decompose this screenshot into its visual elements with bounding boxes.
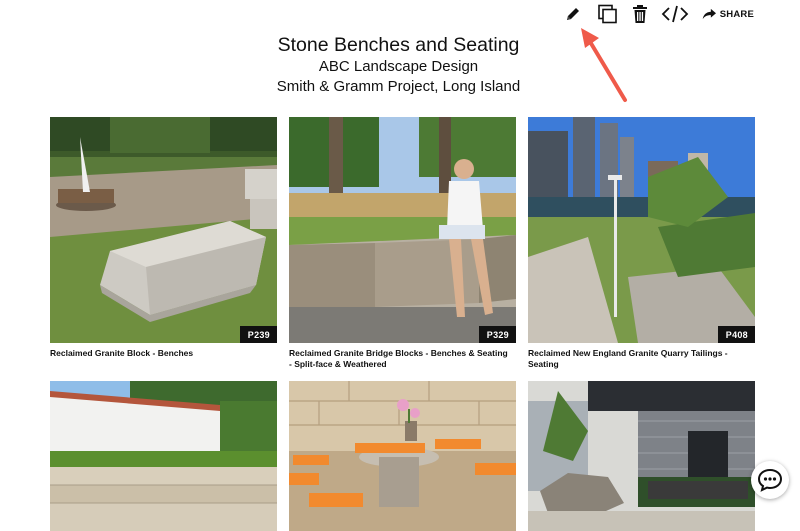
stone-steps-wall-image xyxy=(50,381,277,531)
product-code: P239 xyxy=(239,326,277,343)
product-code: P408 xyxy=(717,326,755,343)
company-name: ABC Landscape Design xyxy=(318,58,479,75)
product-card[interactable] xyxy=(50,381,277,531)
product-caption[interactable]: Reclaimed Granite Block - Benches xyxy=(50,348,277,359)
product-card[interactable] xyxy=(528,381,755,531)
product-card[interactable]: P408 Reclaimed New England Granite Quarr… xyxy=(528,117,755,370)
product-caption[interactable]: Reclaimed Granite Bridge Blocks - Benche… xyxy=(289,348,516,370)
product-card[interactable]: P329 Reclaimed Granite Bridge Blocks - B… xyxy=(289,117,516,370)
product-photo[interactable]: P239 xyxy=(50,117,277,343)
quarry-tailings-seating-image xyxy=(528,117,755,343)
share-label: SHARE xyxy=(719,8,754,20)
embed-code-button[interactable] xyxy=(661,4,689,24)
page-title: Stone Benches and Seating xyxy=(277,34,520,56)
trash-icon xyxy=(633,5,647,23)
product-code: P329 xyxy=(478,326,516,343)
granite-bridge-block-image xyxy=(289,117,516,343)
chat-icon xyxy=(757,468,783,492)
product-photo[interactable]: P329 xyxy=(289,117,516,343)
product-photo[interactable] xyxy=(528,381,755,531)
page-header: Stone Benches and Seating ABC Landscape … xyxy=(0,33,797,97)
product-photo[interactable] xyxy=(50,381,277,531)
building-plaza-boulders-image xyxy=(528,381,755,531)
granite-block-bench-image xyxy=(50,117,277,343)
duplicate-button[interactable] xyxy=(596,4,620,24)
pencil-icon xyxy=(567,8,579,20)
duplicate-icon xyxy=(598,4,617,24)
product-photo[interactable] xyxy=(289,381,516,531)
edit-button[interactable] xyxy=(562,4,584,24)
project-name: Smith & Gramm Project, Long Island xyxy=(276,78,521,95)
chat-button[interactable] xyxy=(751,461,789,499)
share-button[interactable]: SHARE xyxy=(702,4,754,24)
product-card[interactable]: P239 Reclaimed Granite Block - Benches xyxy=(50,117,277,359)
product-caption[interactable]: Reclaimed New England Granite Quarry Tai… xyxy=(528,348,755,370)
product-card[interactable] xyxy=(289,381,516,531)
product-photo[interactable]: P408 xyxy=(528,117,755,343)
stone-seating-circle-image xyxy=(289,381,516,531)
share-icon xyxy=(702,8,716,20)
code-icon xyxy=(661,5,689,23)
delete-button[interactable] xyxy=(629,4,651,24)
